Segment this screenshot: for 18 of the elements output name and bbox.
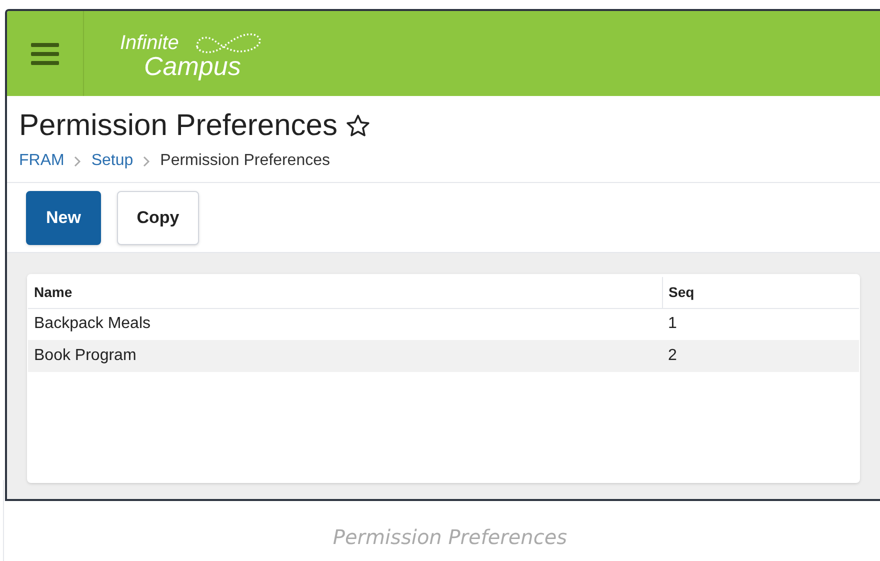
copy-button[interactable]: Copy	[117, 190, 199, 244]
image-caption: Permission Preferences	[332, 524, 568, 551]
page-title: Permission Preferences	[19, 108, 338, 144]
column-header[interactable]: Name	[28, 277, 662, 308]
column-header[interactable]: Seq	[662, 277, 859, 308]
breadcrumb-link[interactable]: Setup	[91, 149, 134, 173]
star-icon[interactable]	[345, 113, 372, 139]
table-cell: 1	[662, 308, 859, 340]
logo-text: Campus	[144, 53, 241, 79]
breadcrumb-current: Permission Preferences	[160, 151, 330, 171]
logo-text: Infinite	[120, 33, 179, 53]
table-cell: Backpack Meals	[28, 308, 662, 340]
table-cell: 2	[662, 340, 859, 372]
chevron-icon	[74, 156, 82, 166]
breadcrumb-link[interactable]: FRAM	[19, 149, 64, 173]
chevron-icon	[143, 156, 150, 166]
new-button[interactable]: New	[26, 190, 101, 244]
table-cell: Book Program	[28, 340, 662, 372]
